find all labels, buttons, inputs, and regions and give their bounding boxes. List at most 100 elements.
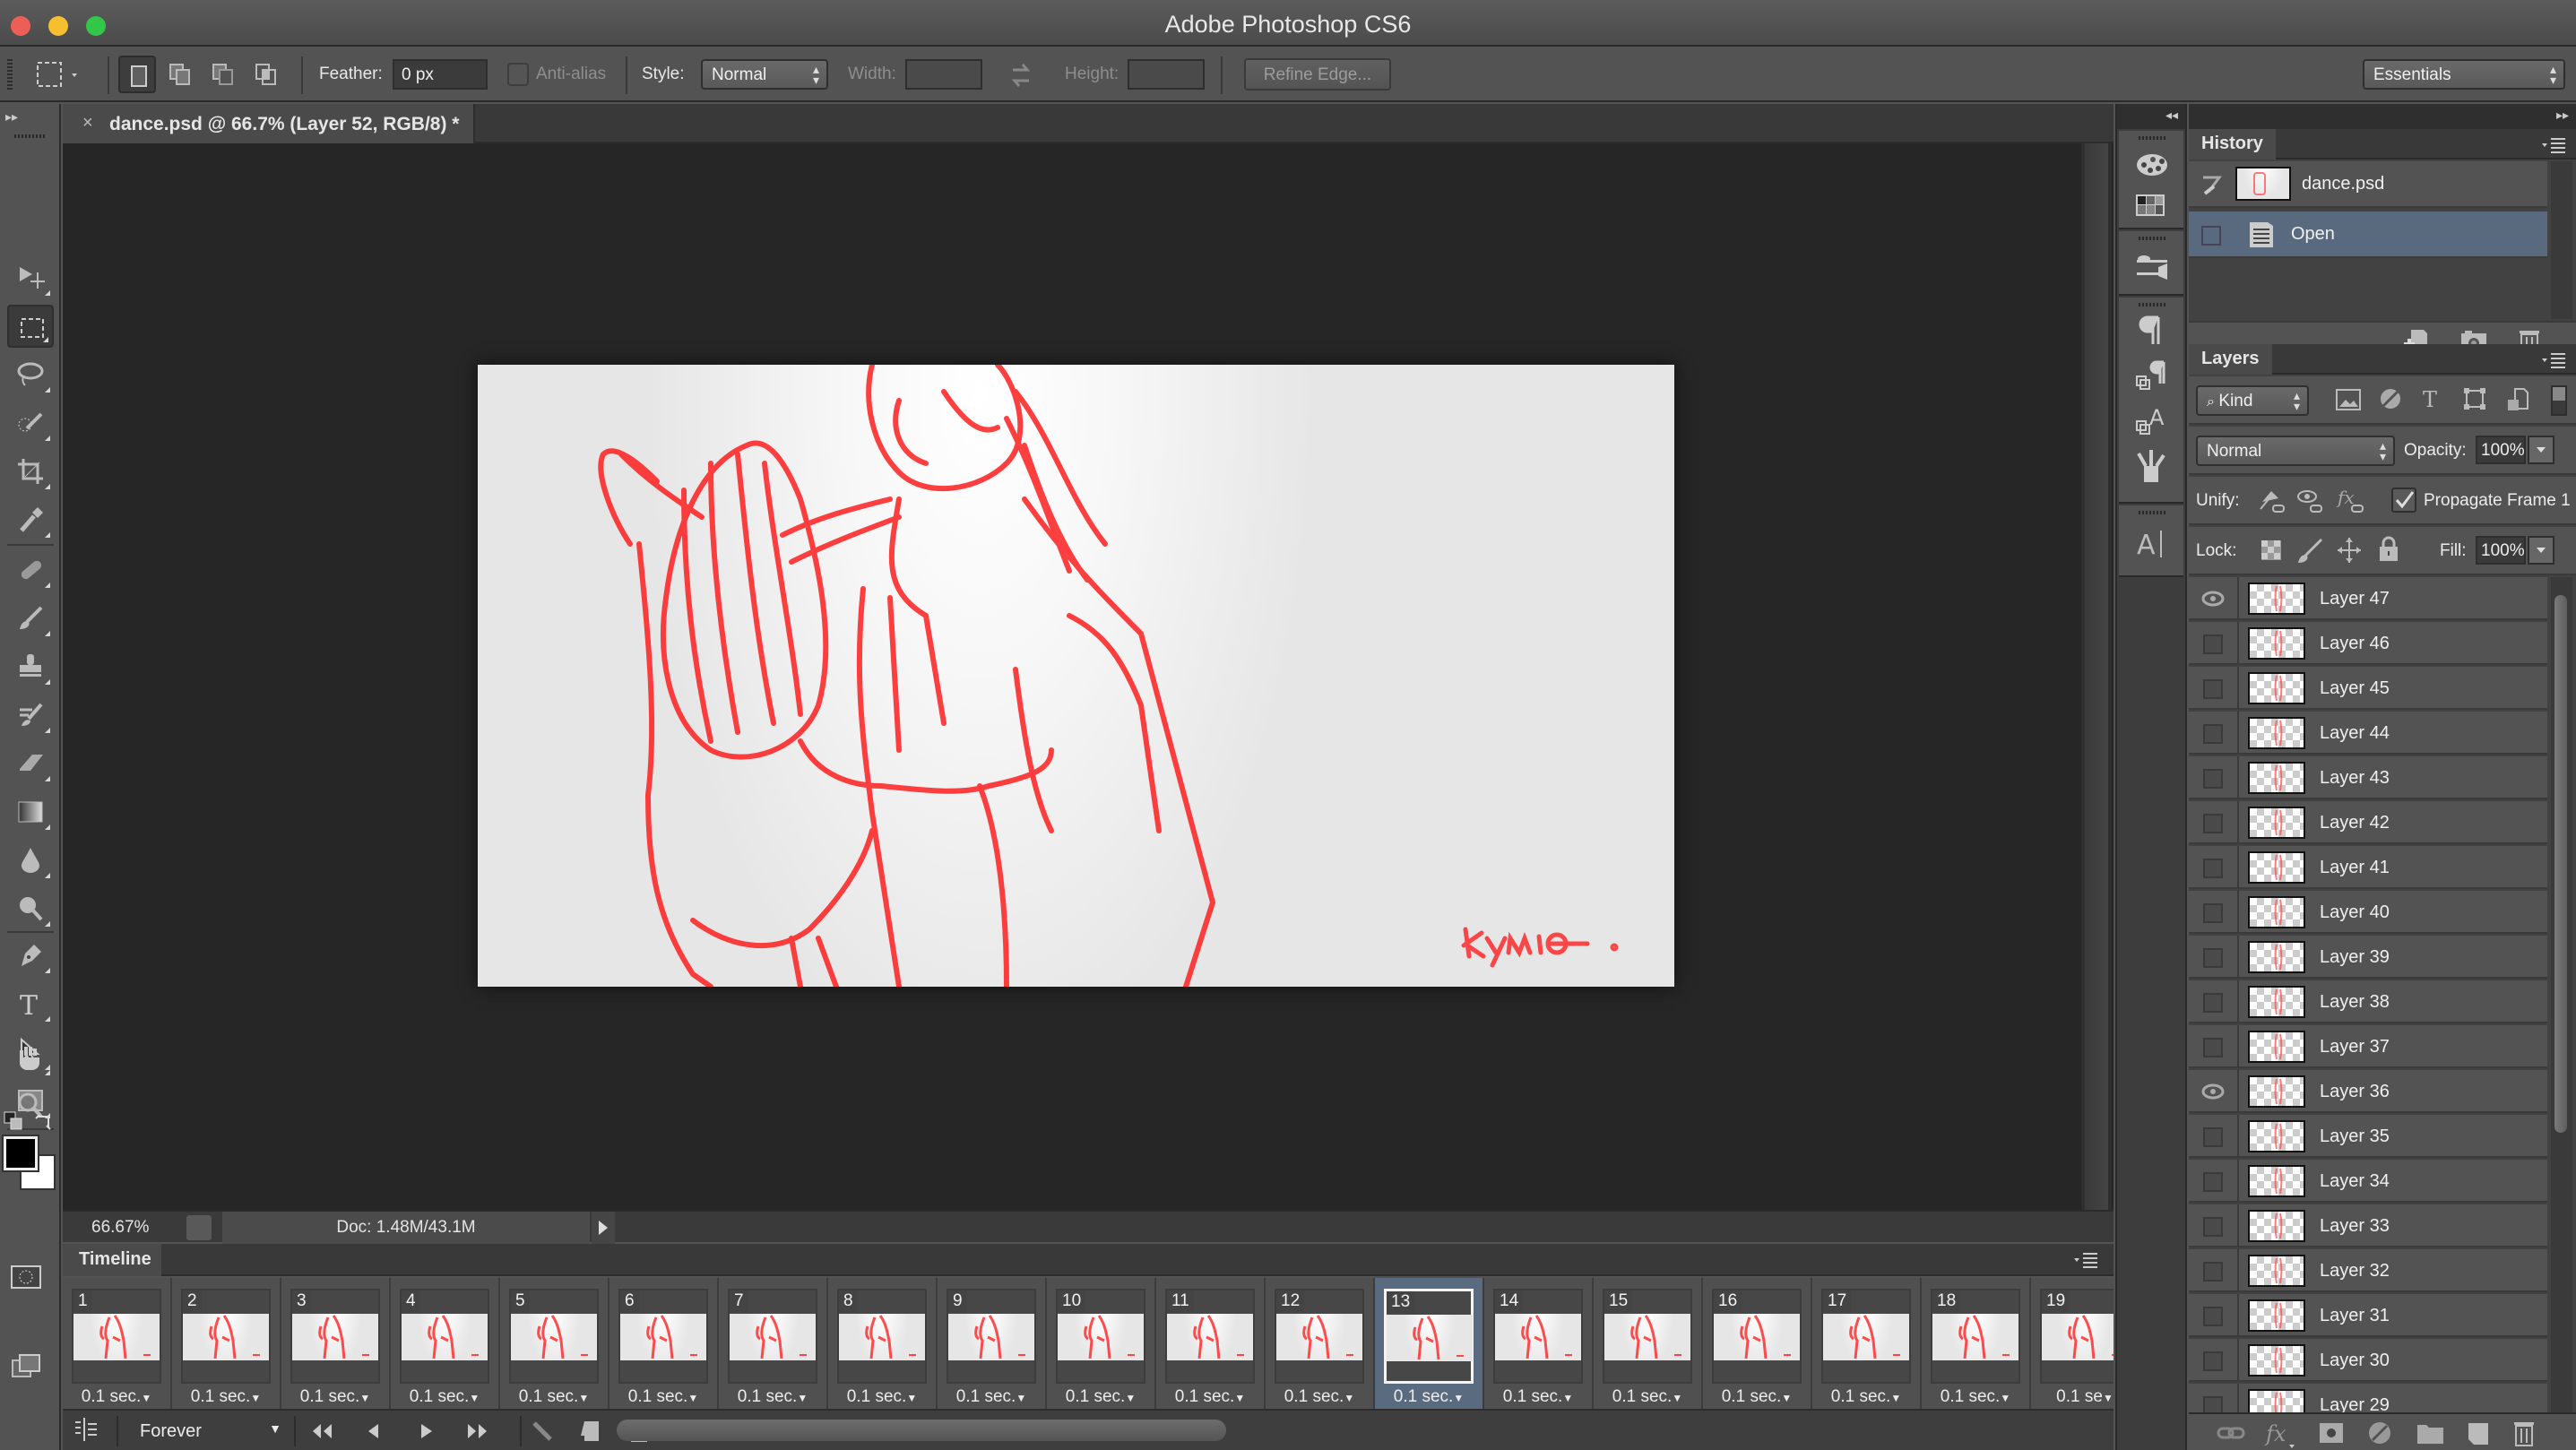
frame-delay-select[interactable]: 0.1 sec.▼ [1156,1387,1264,1407]
visibility-toggle[interactable] [2203,1262,2223,1282]
layer-row[interactable]: Layer 41 [2189,846,2547,889]
hand-tool[interactable] [7,1036,54,1079]
unify-visibility-icon[interactable] [2296,486,2323,514]
visibility-toggle[interactable] [2203,1217,2223,1237]
layer-row[interactable]: Layer 29 [2189,1384,2547,1412]
frame-delay-select[interactable]: 0.1 sec.▼ [1484,1387,1592,1407]
visibility-toggle[interactable] [2203,1172,2223,1192]
eye-icon[interactable] [2201,1083,2225,1100]
document-profile-icon[interactable] [186,1215,212,1240]
frame-delay-select[interactable]: 0.1 sec.▼ [938,1387,1045,1407]
lock-pixels-icon[interactable] [2296,538,2323,565]
animation-frame[interactable]: 17 0.1 sec.▼ [1812,1278,1922,1409]
lock-transparency-icon[interactable] [2260,539,2282,561]
paragraph-panel-button[interactable] [2135,315,2169,350]
dodge-tool[interactable] [7,887,54,930]
layer-row[interactable]: Layer 35 [2189,1115,2547,1158]
brush-presets-panel-button[interactable] [2135,448,2169,482]
intersect-selection-button[interactable] [247,56,285,93]
blend-mode-select[interactable]: Normal ▴ ▾ [2196,436,2395,466]
new-selection-button[interactable] [118,56,156,93]
history-tab[interactable]: History [2189,129,2276,160]
expand-panel-icon[interactable]: ▸▸ [5,109,18,125]
lasso-tool[interactable] [7,353,54,396]
eye-icon[interactable] [2201,590,2225,608]
layer-row[interactable]: Layer 32 [2189,1249,2547,1292]
foreground-color-swatch[interactable] [2,1135,39,1172]
collapse-panels-icon[interactable]: ▸▸ [2556,108,2569,123]
play-button[interactable] [411,1416,441,1446]
swap-dimensions-button[interactable] [1007,61,1034,94]
visibility-toggle[interactable] [2203,1307,2223,1326]
layer-row[interactable]: Layer 31 [2189,1294,2547,1337]
layer-row[interactable]: Layer 44 [2189,712,2547,755]
brush-tool[interactable] [7,597,54,640]
history-state-checkbox[interactable] [2201,226,2221,246]
tool-preset-picker[interactable] [36,61,82,94]
visibility-toggle[interactable] [2203,634,2223,654]
frame-delay-select[interactable]: 0.1 sec.▼ [1375,1387,1482,1407]
layer-row[interactable]: Layer 34 [2189,1160,2547,1203]
frame-delay-select[interactable]: 0.1 sec.▼ [828,1387,936,1407]
color-panel-button[interactable] [2135,151,2169,185]
history-brush-tool[interactable] [7,694,54,737]
filter-kind-select[interactable]: ⌕ Kind ▴ ▾ [2196,385,2309,416]
zoom-level[interactable]: 66.67% [91,1218,149,1238]
layer-row[interactable]: Layer 45 [2189,667,2547,710]
opacity-slider-button[interactable] [2528,436,2554,464]
visibility-toggle[interactable] [2203,1396,2223,1412]
delete-layer-button[interactable] [2508,1418,2540,1450]
history-snapshot[interactable]: dance.psd [2189,161,2547,208]
add-to-selection-button[interactable] [161,56,199,93]
default-colors-button[interactable] [4,1111,23,1135]
animation-frame[interactable]: 5 0.1 sec.▼ [500,1278,609,1409]
layer-row[interactable]: Layer 38 [2189,980,2547,1023]
shape-layer-filter-icon[interactable] [2463,387,2486,410]
visibility-toggle[interactable] [2203,948,2223,968]
tween-button[interactable] [527,1416,558,1446]
convert-to-video-timeline-button[interactable] [72,1416,104,1446]
frame-delay-select[interactable]: 0.1 sec.▼ [391,1387,498,1407]
style-select[interactable]: Normal ▴ ▾ [701,59,828,90]
layers-scrollbar[interactable] [2551,577,2572,1412]
layer-row[interactable]: Layer 46 [2189,622,2547,665]
loop-options-select[interactable]: Forever ▼ [117,1416,296,1446]
new-layer-button[interactable] [2461,1418,2494,1450]
layer-row[interactable]: Layer 43 [2189,756,2547,799]
swap-colors-button[interactable] [34,1111,54,1135]
animation-frame[interactable]: 16 0.1 sec.▼ [1703,1278,1812,1409]
layer-row[interactable]: Layer 37 [2189,1025,2547,1068]
animation-frame[interactable]: 7 0.1 sec.▼ [719,1278,828,1409]
paragraph-styles-panel-button[interactable] [2135,360,2169,394]
spot-healing-tool[interactable] [7,548,54,591]
new-group-button[interactable] [2415,1418,2447,1450]
close-tab-icon[interactable]: × [82,113,93,134]
unify-position-icon[interactable] [2259,486,2286,514]
grip-handle[interactable] [14,134,47,138]
width-input[interactable] [905,59,982,90]
frame-delay-select[interactable]: 0.1 sec.▼ [719,1387,826,1407]
lock-all-icon[interactable] [2377,536,2400,563]
grip-handle[interactable] [7,59,13,91]
animation-frame[interactable]: 11 0.1 sec.▼ [1156,1278,1266,1409]
propagate-frame-checkbox[interactable] [2391,488,2416,513]
character-styles-panel-button[interactable]: A [2135,405,2169,439]
animation-frame[interactable]: 6 0.1 sec.▼ [609,1278,719,1409]
frame-delay-select[interactable]: 0.1 sec.▼ [500,1387,608,1407]
visibility-toggle[interactable] [2203,1127,2223,1147]
frame-delay-select[interactable]: 0.1 sec.▼ [1703,1387,1811,1407]
frame-delay-select[interactable]: 0.1 sec.▼ [63,1387,170,1407]
animation-frame[interactable]: 10 0.1 sec.▼ [1047,1278,1156,1409]
workspace-select[interactable]: Essentials ▴ ▾ [2363,59,2565,90]
type-layer-filter-icon[interactable]: T [2420,387,2443,410]
subtract-from-selection-button[interactable] [204,56,242,93]
layer-row[interactable]: Layer 33 [2189,1204,2547,1247]
duplicate-frame-button[interactable] [575,1416,606,1446]
layer-row[interactable]: Layer 36 [2189,1070,2547,1113]
new-adjustment-layer-button[interactable] [2364,1418,2397,1450]
animation-frame[interactable]: 2 0.1 sec.▼ [172,1278,281,1409]
clone-stamp-tool[interactable] [7,645,54,688]
history-state[interactable]: Open [2189,211,2547,258]
frame-delay-select[interactable]: 0.1 sec.▼ [281,1387,389,1407]
first-frame-button[interactable] [307,1416,337,1446]
